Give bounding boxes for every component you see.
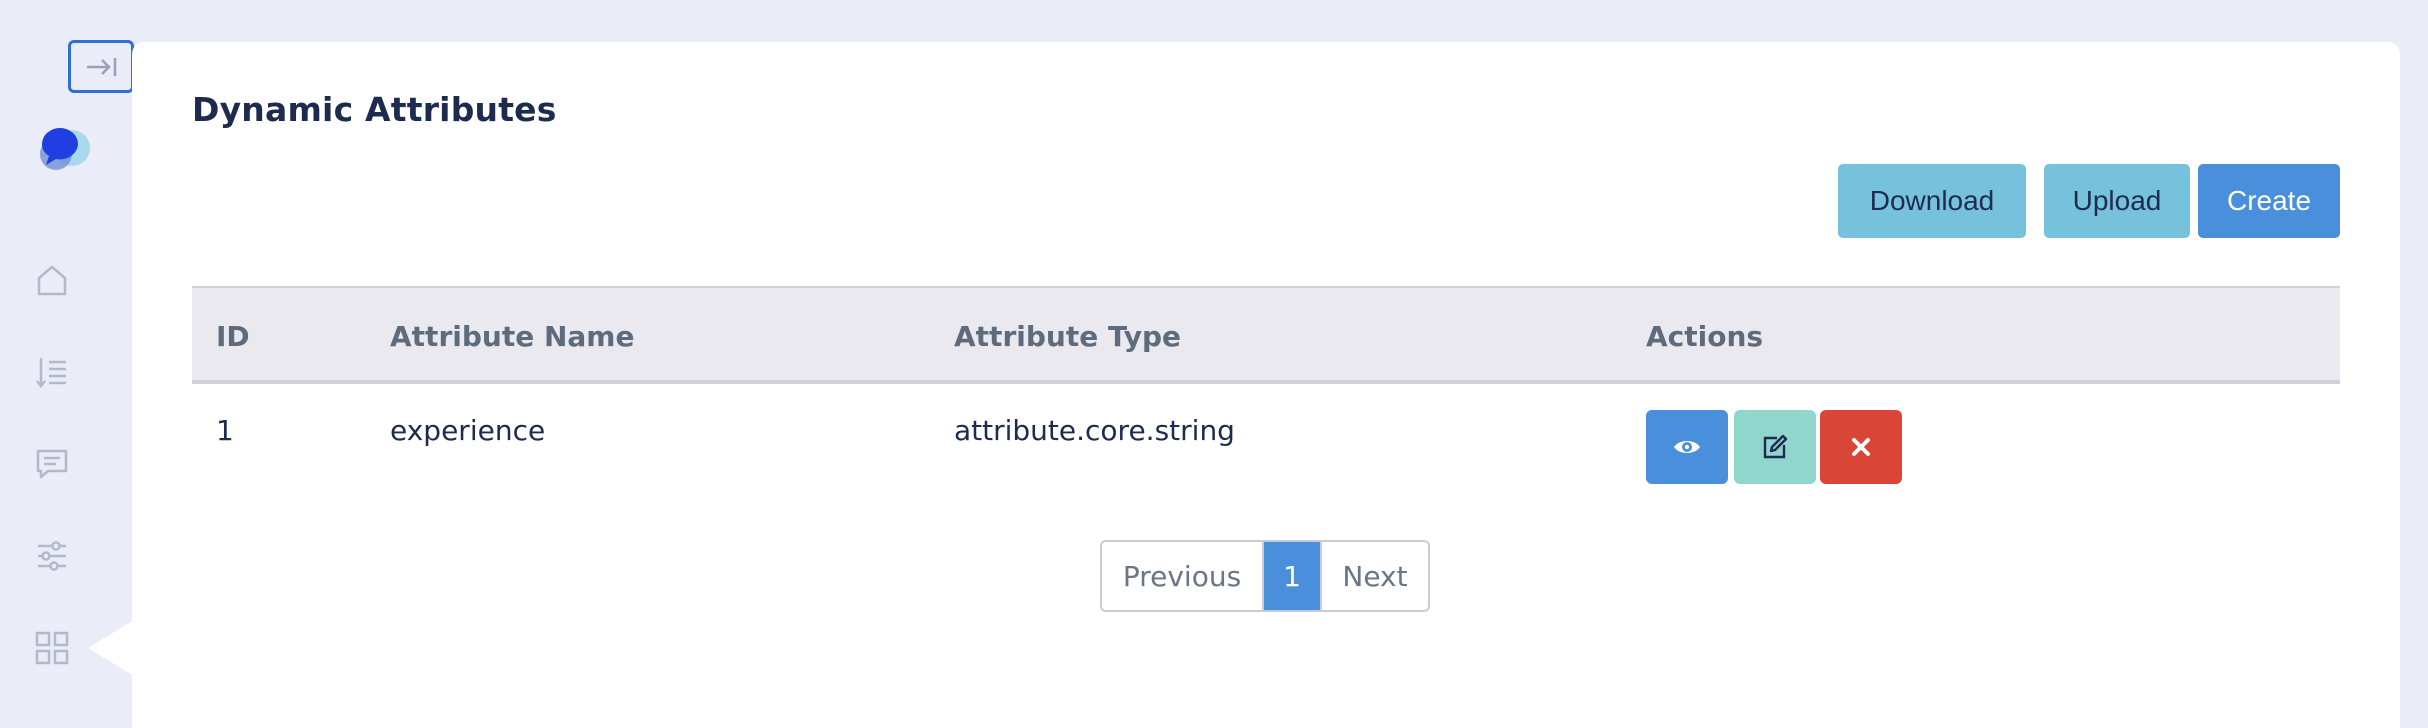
column-header-actions: Actions: [1646, 320, 1764, 353]
column-header-id[interactable]: ID: [216, 320, 250, 353]
nav-sort-list[interactable]: [30, 350, 74, 394]
close-icon: [1852, 438, 1870, 456]
pagination: Previous 1 Next: [1100, 540, 1430, 612]
nav-grid[interactable]: [30, 626, 74, 670]
create-button[interactable]: Create: [2198, 164, 2340, 238]
active-nav-indicator: [88, 620, 134, 676]
sidebar-collapse-button[interactable]: [68, 40, 134, 93]
nav-chat[interactable]: [30, 442, 74, 486]
sort-list-icon: [36, 358, 66, 389]
app-logo: [34, 118, 94, 178]
cell-attribute-type: attribute.core.string: [954, 414, 1235, 447]
page-1-button[interactable]: 1: [1264, 542, 1320, 610]
previous-page-button[interactable]: Previous: [1102, 542, 1264, 610]
upload-button[interactable]: Upload: [2044, 164, 2190, 238]
view-button[interactable]: [1646, 410, 1728, 484]
nav-home[interactable]: [30, 258, 74, 302]
column-header-attribute-type[interactable]: Attribute Type: [954, 320, 1181, 353]
grid-icon: [35, 631, 69, 665]
eye-icon: [1674, 441, 1700, 453]
table-header: ID Attribute Name Attribute Type Actions: [192, 286, 2340, 384]
page-title: Dynamic Attributes: [192, 90, 557, 129]
nav-sliders[interactable]: [30, 534, 74, 578]
next-page-button[interactable]: Next: [1320, 542, 1428, 610]
edit-button[interactable]: [1734, 410, 1816, 484]
column-header-attribute-name[interactable]: Attribute Name: [390, 320, 634, 353]
sliders-icon: [38, 541, 66, 571]
edit-icon: [1763, 434, 1788, 459]
table-row: 1 experience attribute.core.string: [192, 384, 2340, 494]
main-card: Dynamic Attributes Download Upload Creat…: [132, 42, 2400, 728]
cell-id: 1: [216, 414, 234, 447]
home-icon: [37, 265, 67, 296]
collapse-arrow-icon: [87, 57, 117, 76]
download-button[interactable]: Download: [1838, 164, 2026, 238]
delete-button[interactable]: [1820, 410, 1902, 484]
cell-attribute-name: experience: [390, 414, 546, 447]
chat-icon: [36, 449, 68, 479]
sidebar: [0, 0, 134, 728]
